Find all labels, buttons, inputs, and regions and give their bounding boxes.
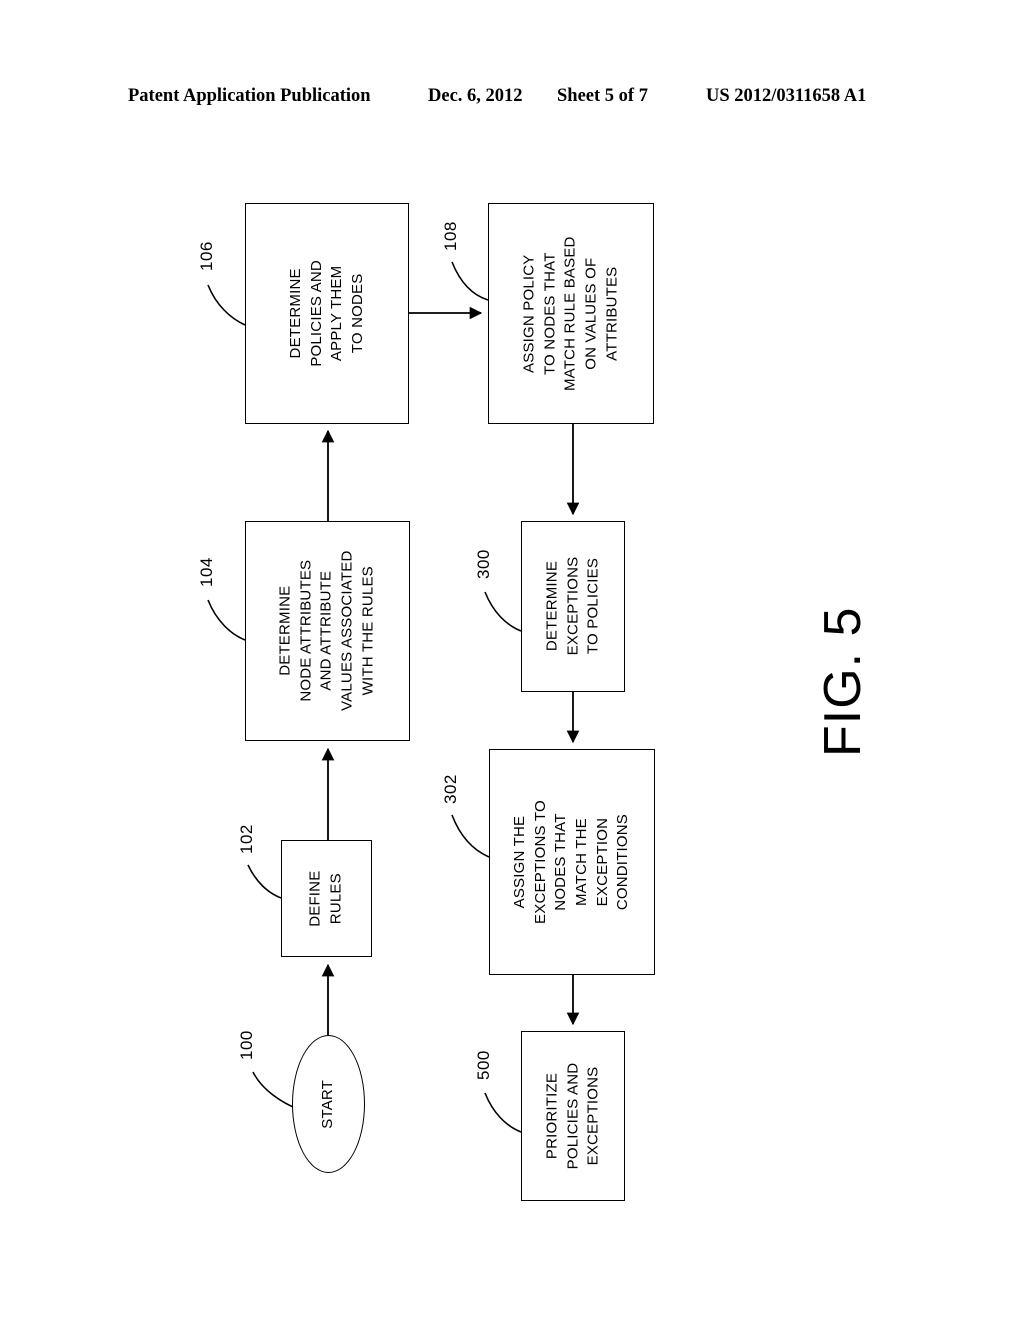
leader-line-300 xyxy=(484,591,522,632)
label-line: DEFINE xyxy=(306,870,324,927)
header-publication-title: Patent Application Publication xyxy=(128,86,371,106)
reference-numeral-102: 102 xyxy=(237,824,256,854)
label-line: DETERMINE xyxy=(276,585,294,677)
flow-node-define-rules: DEFINE RULES xyxy=(281,840,372,957)
label-line: MATCH RULE BASED xyxy=(561,236,579,391)
label-line: EXCEPTIONS TO xyxy=(531,800,549,924)
flow-node-determine-attributes-label: DETERMINE NODE ATTRIBUTES AND ATTRIBUTE … xyxy=(276,551,379,711)
leader-line-102 xyxy=(247,864,282,899)
leader-line-104 xyxy=(207,599,246,641)
label-line: CONDITIONS xyxy=(614,813,632,911)
header-publication-date: Dec. 6, 2012 xyxy=(428,86,523,106)
label-line: DETERMINE xyxy=(286,268,304,359)
label-line: TO POLICIES xyxy=(584,558,602,655)
flow-node-determine-exceptions: DETERMINE EXCEPTIONS TO POLICIES xyxy=(521,521,625,692)
label-line: ON VALUES OF xyxy=(582,257,600,370)
flow-node-determine-attributes: DETERMINE NODE ATTRIBUTES AND ATTRIBUTE … xyxy=(245,521,410,741)
reference-numeral-500: 500 xyxy=(474,1050,493,1080)
label-line: POLICIES AND xyxy=(307,260,325,367)
label-line: EXCEPTION xyxy=(593,817,611,907)
leader-line-106 xyxy=(207,284,246,326)
label-line: ASSIGN THE xyxy=(510,815,528,909)
header-sheet-number: Sheet 5 of 7 xyxy=(557,86,648,106)
label-line: TO NODES THAT xyxy=(540,252,558,375)
label-line: ATTRIBUTES xyxy=(603,266,621,361)
flow-node-start: START xyxy=(292,1035,365,1173)
flow-node-define-rules-label: DEFINE RULES xyxy=(306,870,347,926)
flow-node-assign-exceptions-label: ASSIGN THE EXCEPTIONS TO NODES THAT MATC… xyxy=(510,800,634,924)
reference-numeral-104: 104 xyxy=(197,557,216,587)
reference-numeral-100: 100 xyxy=(237,1030,256,1060)
patent-drawing-page: Patent Application Publication Dec. 6, 2… xyxy=(0,0,1024,1320)
label-line: MATCH THE xyxy=(573,818,590,906)
label-line: ASSIGN POLICY xyxy=(520,254,538,373)
figure-caption: FIG. 5 xyxy=(814,606,872,757)
reference-numeral-302: 302 xyxy=(441,774,460,804)
flow-node-prioritize: PRIORITIZE POLICIES AND EXCEPTIONS xyxy=(521,1031,625,1201)
flow-node-assign-policy-label: ASSIGN POLICY TO NODES THAT MATCH RULE B… xyxy=(519,236,622,391)
leader-line-302 xyxy=(451,814,490,858)
flow-node-determine-exceptions-label: DETERMINE EXCEPTIONS TO POLICIES xyxy=(542,557,604,656)
flow-node-assign-policy: ASSIGN POLICY TO NODES THAT MATCH RULE B… xyxy=(488,203,654,424)
label-line: DETERMINE xyxy=(542,561,560,652)
label-line: POLICIES AND xyxy=(563,1062,581,1170)
label-line: START xyxy=(319,1079,337,1129)
page-header: Patent Application Publication Dec. 6, 2… xyxy=(0,86,1024,116)
reference-numeral-300: 300 xyxy=(474,549,493,579)
label-line: APPLY THEM xyxy=(327,265,345,362)
flow-node-determine-policies: DETERMINE POLICIES AND APPLY THEM TO NOD… xyxy=(245,203,409,424)
flow-node-assign-exceptions: ASSIGN THE EXCEPTIONS TO NODES THAT MATC… xyxy=(489,749,655,975)
label-line: PRIORITIZE xyxy=(542,1072,560,1160)
header-patent-number: US 2012/0311658 A1 xyxy=(706,86,867,106)
label-line: RULES xyxy=(327,872,345,925)
label-line: WITH THE RULES xyxy=(359,566,377,696)
reference-numeral-108: 108 xyxy=(441,221,460,251)
label-line: VALUES ASSOCIATED xyxy=(338,550,356,712)
label-line: NODE ATTRIBUTES xyxy=(297,560,315,702)
label-line: EXCEPTIONS xyxy=(563,557,581,656)
flow-node-start-label: START xyxy=(318,1080,339,1129)
label-line: TO NODES xyxy=(348,273,366,354)
leader-line-500 xyxy=(484,1092,522,1133)
reference-numeral-106: 106 xyxy=(197,241,216,271)
label-line: NODES THAT xyxy=(552,813,570,911)
leader-line-108 xyxy=(451,261,489,301)
label-line: AND ATTRIBUTE xyxy=(318,571,336,691)
flow-node-determine-policies-label: DETERMINE POLICIES AND APPLY THEM TO NOD… xyxy=(286,260,369,367)
label-line: EXCEPTIONS xyxy=(584,1066,602,1166)
flow-node-prioritize-label: PRIORITIZE POLICIES AND EXCEPTIONS xyxy=(542,1063,604,1170)
